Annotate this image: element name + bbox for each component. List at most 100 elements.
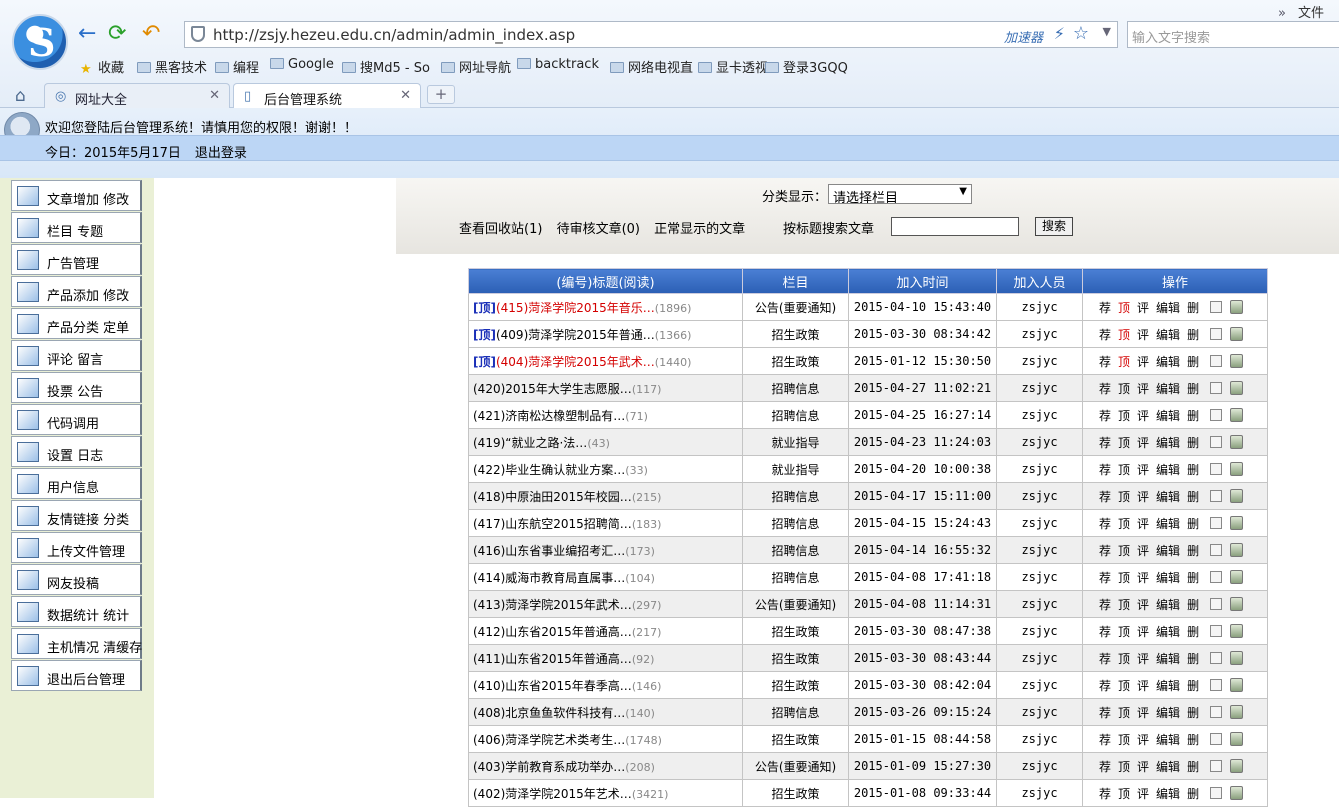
delete-action[interactable]: 删 — [1187, 733, 1199, 747]
bookmark-item[interactable]: 编程 — [215, 57, 259, 76]
select-checkbox[interactable] — [1210, 543, 1223, 556]
comment-action[interactable]: 评 — [1137, 409, 1149, 423]
article-title-link[interactable]: (414)威海市教育局直属事… — [473, 571, 625, 585]
pin-top-action[interactable]: 顶 — [1118, 706, 1130, 720]
trash-icon[interactable] — [1230, 488, 1244, 503]
select-checkbox[interactable] — [1210, 570, 1223, 583]
pin-top-action[interactable]: 顶 — [1118, 544, 1130, 558]
pin-top-action[interactable]: 顶 — [1118, 490, 1130, 504]
category-select[interactable]: 请选择栏目 ▼ — [828, 184, 972, 206]
delete-action[interactable]: 删 — [1187, 706, 1199, 720]
delete-action[interactable]: 删 — [1187, 409, 1199, 423]
delete-action[interactable]: 删 — [1187, 571, 1199, 585]
article-title-link[interactable]: (402)菏泽学院2015年艺术… — [473, 787, 632, 801]
pin-top-action[interactable]: 顶 — [1118, 328, 1130, 342]
select-checkbox[interactable] — [1210, 651, 1223, 664]
article-title-link[interactable]: (418)中原油田2015年校园… — [473, 490, 632, 504]
comment-action[interactable]: 评 — [1137, 328, 1149, 342]
tab-admin[interactable]: ▯ 后台管理系统 ✕ — [233, 83, 421, 108]
article-title-link[interactable]: (406)菏泽学院艺术类考生… — [473, 733, 625, 747]
pending-articles-link[interactable]: 待审核文章(0) — [557, 222, 640, 237]
sidebar-item[interactable]: 文章增加 修改 — [11, 180, 142, 211]
recommend-action[interactable]: 荐 — [1099, 328, 1111, 342]
bookmark-item[interactable]: 显卡透视 — [698, 57, 768, 76]
trash-icon[interactable] — [1230, 704, 1244, 719]
recommend-action[interactable]: 荐 — [1099, 706, 1111, 720]
trash-icon[interactable] — [1230, 623, 1244, 638]
article-title-link[interactable]: (403)学前教育系成功举办… — [473, 760, 625, 774]
trash-icon[interactable] — [1230, 299, 1244, 314]
trash-icon[interactable] — [1230, 596, 1244, 611]
article-title-link[interactable]: (410)山东省2015年春季高… — [473, 679, 632, 693]
edit-action[interactable]: 编辑 — [1156, 328, 1180, 342]
delete-action[interactable]: 删 — [1187, 544, 1199, 558]
sidebar-item[interactable]: 栏目 专题 — [11, 212, 142, 243]
new-tab-button[interactable]: + — [427, 85, 455, 104]
bookmark-item[interactable]: 网络电视直 — [610, 57, 693, 76]
address-bar[interactable]: http://zsjy.hezeu.edu.cn/admin/admin_ind… — [184, 21, 1118, 48]
edit-action[interactable]: 编辑 — [1156, 544, 1180, 558]
comment-action[interactable]: 评 — [1137, 463, 1149, 477]
comment-action[interactable]: 评 — [1137, 706, 1149, 720]
pin-top-action[interactable]: 顶 — [1118, 733, 1130, 747]
article-title-link[interactable]: (411)山东省2015年普通高… — [473, 652, 632, 666]
recommend-action[interactable]: 荐 — [1099, 760, 1111, 774]
select-checkbox[interactable] — [1210, 516, 1223, 529]
recommend-action[interactable]: 荐 — [1099, 544, 1111, 558]
pin-top-action[interactable]: 顶 — [1118, 652, 1130, 666]
sidebar-item[interactable]: 用户信息 — [11, 468, 142, 499]
comment-action[interactable]: 评 — [1137, 382, 1149, 396]
comment-action[interactable]: 评 — [1137, 652, 1149, 666]
comment-action[interactable]: 评 — [1137, 490, 1149, 504]
recommend-action[interactable]: 荐 — [1099, 463, 1111, 477]
bookmark-item[interactable]: backtrack — [517, 57, 599, 72]
comment-action[interactable]: 评 — [1137, 625, 1149, 639]
recommend-action[interactable]: 荐 — [1099, 436, 1111, 450]
select-checkbox[interactable] — [1210, 597, 1223, 610]
select-checkbox[interactable] — [1210, 732, 1223, 745]
recommend-action[interactable]: 荐 — [1099, 490, 1111, 504]
select-checkbox[interactable] — [1210, 489, 1223, 502]
comment-action[interactable]: 评 — [1137, 517, 1149, 531]
trash-icon[interactable] — [1230, 785, 1244, 800]
article-title-link[interactable]: (421)济南松达橡塑制品有… — [473, 409, 625, 423]
trash-icon[interactable] — [1230, 758, 1244, 773]
article-title-link[interactable]: (417)山东航空2015招聘简… — [473, 517, 632, 531]
pin-top-action[interactable]: 顶 — [1118, 625, 1130, 639]
recommend-action[interactable]: 荐 — [1099, 652, 1111, 666]
edit-action[interactable]: 编辑 — [1156, 787, 1180, 801]
bookmark-item[interactable]: 黑客技术 — [137, 57, 207, 76]
bookmark-item[interactable]: 登录3GQQ — [765, 57, 848, 76]
close-icon[interactable]: ✕ — [400, 88, 411, 103]
back-icon[interactable]: ← — [78, 22, 96, 46]
pin-top-action[interactable]: 顶 — [1118, 571, 1130, 585]
bookmark-item[interactable]: 搜Md5 - So — [342, 57, 430, 76]
select-checkbox[interactable] — [1210, 624, 1223, 637]
select-checkbox[interactable] — [1210, 327, 1223, 340]
bookmark-item[interactable]: 网址导航 — [441, 57, 511, 76]
select-checkbox[interactable] — [1210, 759, 1223, 772]
edit-action[interactable]: 编辑 — [1156, 436, 1180, 450]
pin-top-action[interactable]: 顶 — [1118, 679, 1130, 693]
trash-icon[interactable] — [1230, 542, 1244, 557]
sidebar-item[interactable]: 代码调用 — [11, 404, 142, 435]
sidebar-item[interactable]: 主机情况 清缓存 — [11, 628, 142, 659]
search-button[interactable]: 搜索 — [1035, 217, 1073, 236]
pin-top-action[interactable]: 顶 — [1118, 436, 1130, 450]
pin-top-action[interactable]: 顶 — [1118, 517, 1130, 531]
comment-action[interactable]: 评 — [1137, 571, 1149, 585]
accelerator-label[interactable]: 加速器 — [1004, 27, 1043, 46]
delete-action[interactable]: 删 — [1187, 328, 1199, 342]
select-checkbox[interactable] — [1210, 300, 1223, 313]
undo-icon[interactable]: ↶ — [142, 22, 160, 46]
delete-action[interactable]: 删 — [1187, 787, 1199, 801]
select-checkbox[interactable] — [1210, 786, 1223, 799]
bookmark-item[interactable]: ★ 收藏 — [80, 57, 124, 77]
article-title-link[interactable]: (415)菏泽学院2015年音乐… — [496, 301, 655, 315]
select-checkbox[interactable] — [1210, 408, 1223, 421]
comment-action[interactable]: 评 — [1137, 733, 1149, 747]
trash-icon[interactable] — [1230, 461, 1244, 476]
delete-action[interactable]: 删 — [1187, 652, 1199, 666]
tab-url-directory[interactable]: ◎ 网址大全 ✕ — [44, 83, 230, 108]
trash-icon[interactable] — [1230, 569, 1244, 584]
